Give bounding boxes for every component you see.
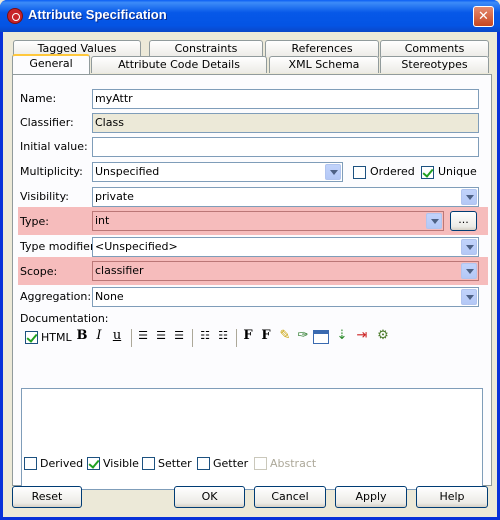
chevron-down-icon[interactable] [461,289,477,305]
underline-button[interactable]: u [110,328,124,344]
align-right-icon[interactable]: ☰ [172,328,186,344]
ordered-label: Ordered [370,165,415,178]
dialog-client: Tagged Values Constraints References Com… [3,32,497,517]
classifier-field: Class [92,113,479,133]
toolbar-separator [131,329,132,347]
html-label: HTML [41,331,72,344]
general-panel: Name: myAttr Classifier: Class Initial v… [12,74,492,490]
getter-checkbox[interactable] [197,457,210,470]
aggregation-combo[interactable]: None [92,287,479,307]
tab-comments[interactable]: Comments [380,40,489,57]
documentation-editor[interactable] [21,388,483,490]
type-modifier-combo[interactable]: <Unspecified> [92,237,479,257]
multiplicity-value: Unspecified [95,165,160,178]
cancel-button[interactable]: Cancel [254,486,326,508]
chevron-down-icon[interactable] [461,189,477,205]
type-modifier-value: <Unspecified> [95,240,178,253]
multiplicity-label: Multiplicity: [20,165,83,178]
insert-row-icon[interactable]: ⇣ [334,328,350,344]
italic-button[interactable]: I [93,328,105,344]
tab-xml-schema[interactable]: XML Schema [269,56,379,73]
insert-table-icon[interactable] [313,330,329,344]
help-button[interactable]: Help [416,486,488,508]
abstract-label: Abstract [270,457,317,470]
toolbar-separator [192,329,193,347]
chevron-down-icon[interactable] [325,164,341,180]
aggregation-label: Aggregation: [20,290,92,303]
tab-references[interactable]: References [265,40,379,57]
bullet-list-icon[interactable]: ☷ [216,328,230,344]
type-browse-button[interactable]: ... [450,211,477,231]
chevron-down-icon[interactable] [426,213,442,229]
scope-combo[interactable]: classifier [92,261,479,281]
initial-value-label: Initial value: [20,140,88,153]
highlighter-icon[interactable]: ✎ [277,328,293,344]
tab-general[interactable]: General [12,54,90,74]
toolbar-separator [236,329,237,347]
tab-stereotypes[interactable]: Stereotypes [380,56,489,73]
apply-button[interactable]: Apply [335,486,407,508]
close-button[interactable]: ✕ [473,6,494,27]
numbered-list-icon[interactable]: ☷ [198,328,212,344]
unique-checkbox[interactable] [421,166,434,179]
derived-label: Derived [40,457,84,470]
align-center-icon[interactable]: ☰ [154,328,168,344]
reset-button[interactable]: Reset [12,486,82,508]
name-label: Name: [20,92,57,105]
font-button[interactable]: F [242,328,254,344]
setter-checkbox[interactable] [142,457,155,470]
visible-label: Visible [103,457,139,470]
window-title: Attribute Specification [28,7,167,22]
name-field[interactable]: myAttr [92,89,479,109]
visible-checkbox[interactable] [87,457,100,470]
visibility-combo[interactable]: private [92,187,479,207]
unique-label: Unique [438,165,477,178]
type-value: int [95,214,110,227]
scope-label: Scope: [20,265,58,278]
app-icon [7,8,23,24]
type-combo[interactable]: int [92,211,444,231]
spell-check-icon[interactable]: ⚙ [374,328,392,344]
multiplicity-combo[interactable]: Unspecified [92,162,343,182]
color-picker-icon[interactable]: ✑ [296,328,310,344]
classifier-label: Classifier: [20,116,74,129]
ordered-checkbox[interactable] [353,166,366,179]
scope-value: classifier [95,264,144,277]
title-bar[interactable]: Attribute Specification ✕ [0,0,500,32]
type-modifier-label: Type modifier: [20,240,98,253]
initial-value-field[interactable] [92,137,479,157]
aggregation-value: None [95,290,124,303]
html-checkbox[interactable] [25,331,38,344]
bold-button[interactable]: B [75,328,89,344]
align-left-icon[interactable]: ☰ [136,328,150,344]
chevron-down-icon[interactable] [461,239,477,255]
getter-label: Getter [213,457,249,470]
visibility-value: private [95,190,134,203]
tab-constraints[interactable]: Constraints [149,40,263,57]
chevron-down-icon[interactable] [461,263,477,279]
derived-checkbox[interactable] [24,457,37,470]
ok-button[interactable]: OK [174,486,245,508]
tab-attribute-code-details[interactable]: Attribute Code Details [91,56,267,73]
abstract-checkbox [254,457,267,470]
documentation-label: Documentation: [20,312,109,325]
dialog-window: Attribute Specification ✕ Tagged Values … [0,0,500,520]
type-label: Type: [20,215,49,228]
setter-label: Setter [158,457,192,470]
font-size-button[interactable]: F [259,328,273,344]
visibility-label: Visibility: [20,190,70,203]
delete-row-icon[interactable]: ⇥ [353,328,371,344]
